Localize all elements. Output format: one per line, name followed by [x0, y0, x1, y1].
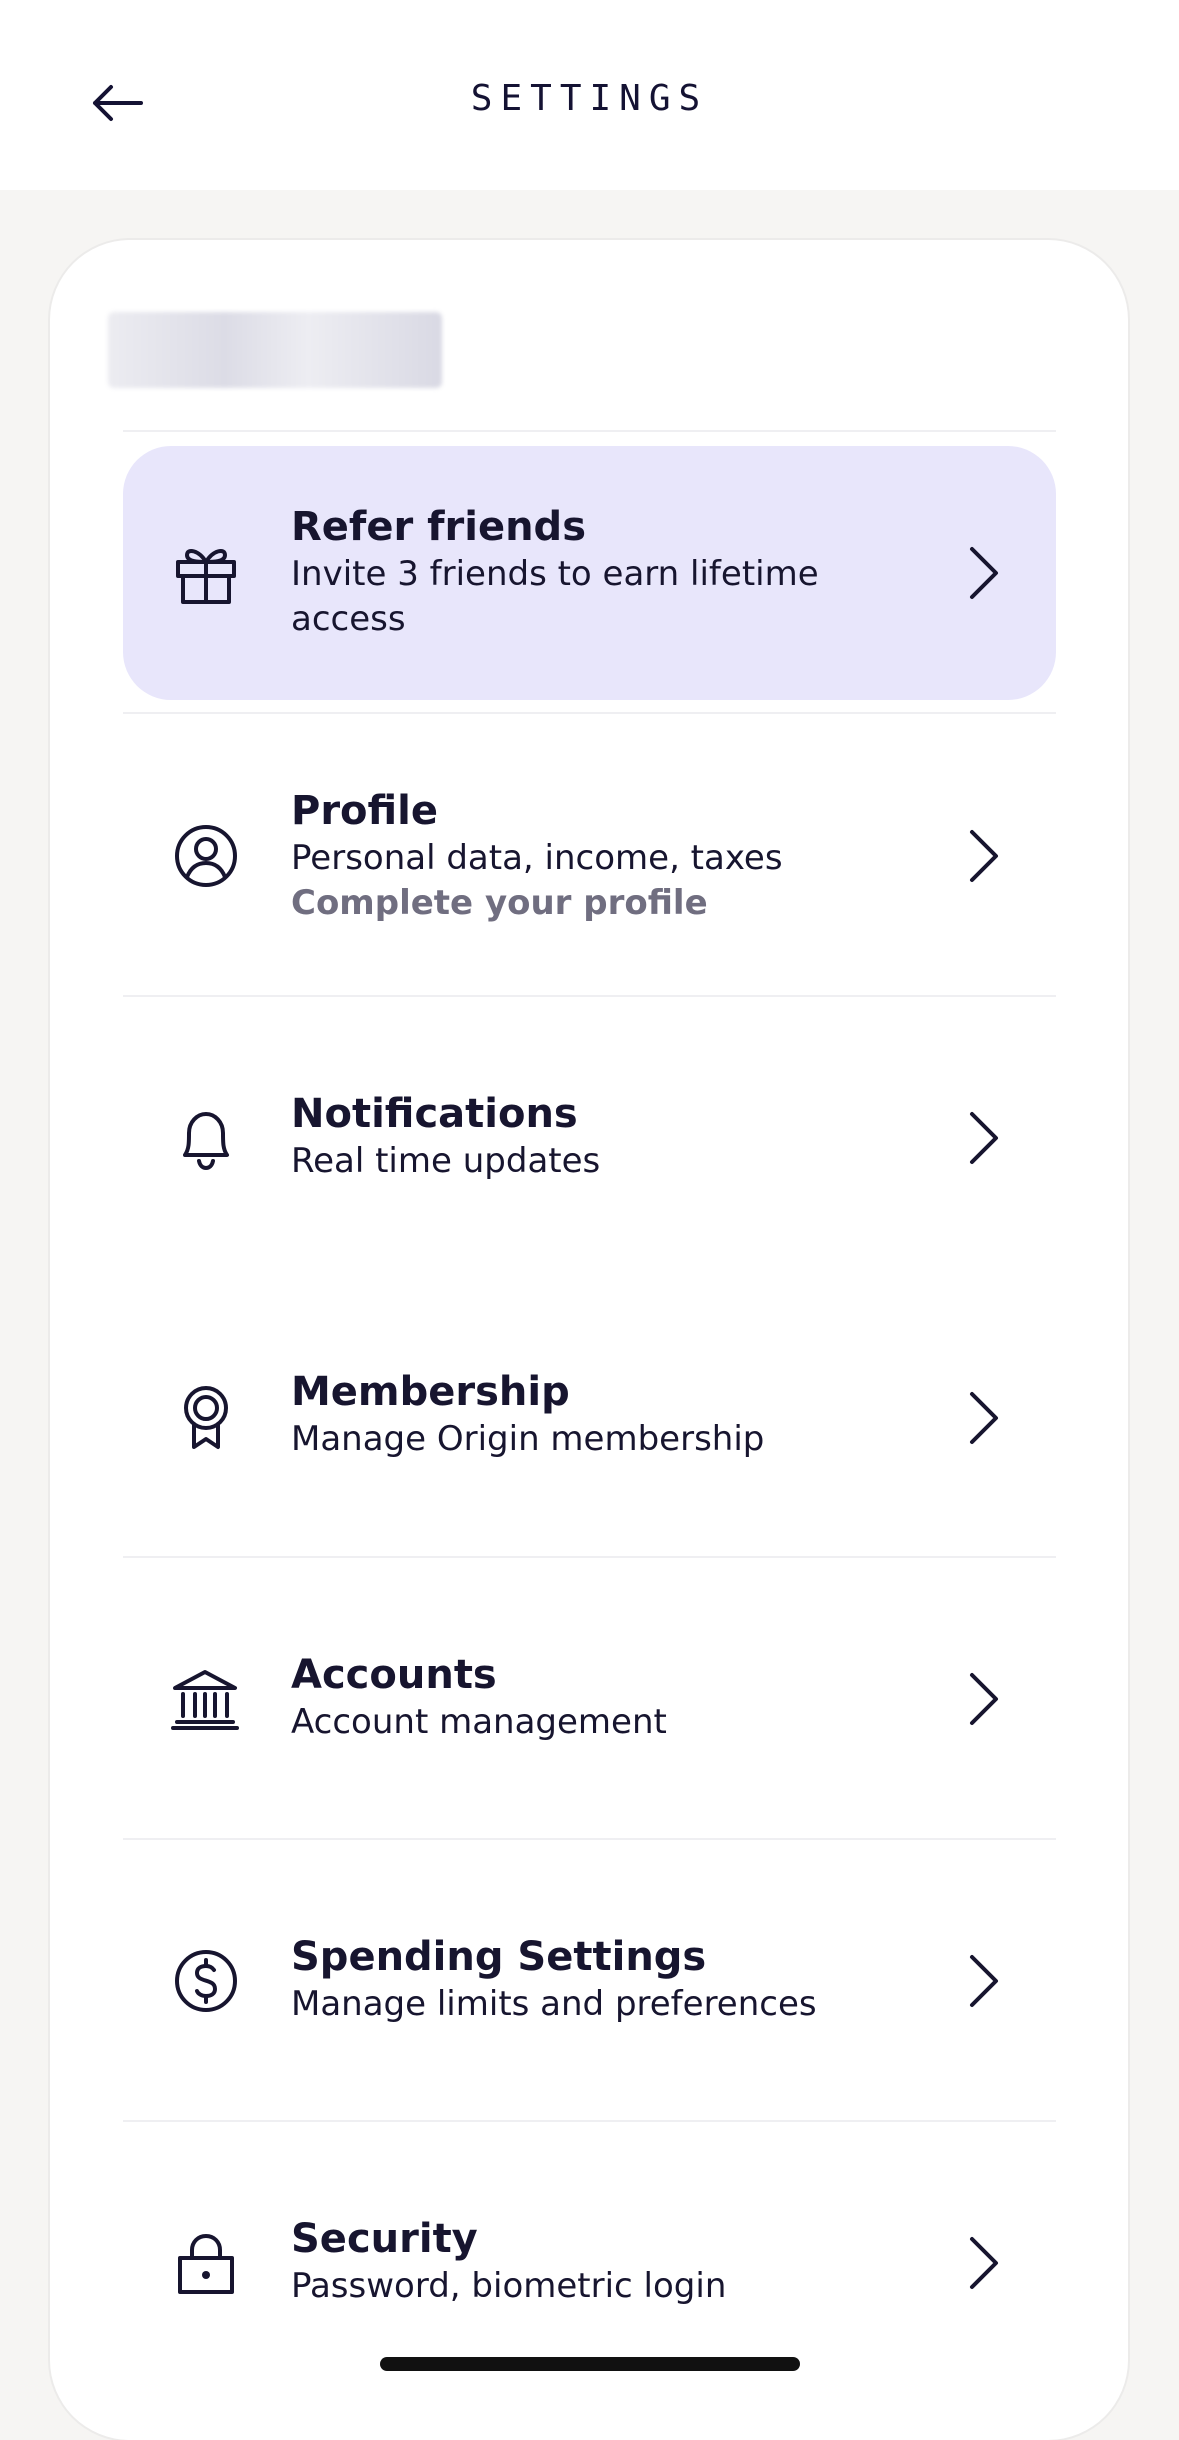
- item-title: Refer friends: [291, 504, 586, 550]
- item-subtitle: Manage Origin membership: [291, 1419, 765, 1459]
- user-circle-icon: [175, 825, 237, 887]
- item-subtitle: Personal data, income, taxes: [291, 838, 783, 878]
- chevron-right-icon: [970, 547, 998, 599]
- item-title: Security: [291, 2216, 478, 2262]
- settings-item-security[interactable]: Security Password, biometric login: [123, 2122, 1056, 2396]
- user-name-redacted: [108, 312, 442, 388]
- gift-icon: [176, 548, 236, 604]
- item-subtitle: Invite 3 friends to earn lifetime access: [291, 554, 819, 639]
- chevron-right-icon: [970, 1112, 998, 1164]
- settings-item-notifications[interactable]: Notifications Real time updates: [123, 997, 1056, 1282]
- chevron-right-icon: [970, 830, 998, 882]
- chevron-right-icon: [970, 1392, 998, 1444]
- chevron-right-icon: [970, 1955, 998, 2007]
- page-title: SETTINGS: [470, 78, 709, 119]
- bank-icon: [171, 1670, 239, 1730]
- settings-item-refer-friends[interactable]: Refer friends Invite 3 friends to earn l…: [123, 446, 1056, 700]
- item-title: Notifications: [291, 1091, 578, 1137]
- settings-item-spending-settings[interactable]: Spending Settings Manage limits and pref…: [123, 1840, 1056, 2120]
- award-ribbon-icon: [184, 1386, 228, 1449]
- lock-icon: [178, 2234, 234, 2294]
- chevron-right-icon: [970, 1673, 998, 1725]
- settings-item-membership[interactable]: Membership Manage Origin membership: [123, 1282, 1056, 1554]
- settings-item-accounts[interactable]: Accounts Account management: [123, 1558, 1056, 1838]
- item-title: Spending Settings: [291, 1934, 707, 1980]
- top-bar: SETTINGS: [0, 0, 1179, 190]
- dollar-circle-icon: [175, 1950, 237, 2012]
- bell-icon: [183, 1112, 229, 1170]
- divider: [123, 430, 1056, 432]
- item-title: Accounts: [291, 1652, 497, 1698]
- chevron-right-icon: [970, 2237, 998, 2289]
- item-subtitle: Real time updates: [291, 1141, 601, 1181]
- item-status: Complete your profile: [291, 883, 708, 923]
- settings-item-profile[interactable]: Profile Personal data, income, taxes Com…: [123, 714, 1056, 994]
- item-subtitle: Account management: [291, 1702, 667, 1742]
- item-title: Membership: [291, 1369, 570, 1415]
- item-title: Profile: [291, 788, 439, 834]
- item-subtitle: Manage limits and preferences: [291, 1984, 817, 2024]
- item-subtitle: Password, biometric login: [291, 2266, 727, 2306]
- home-indicator: [380, 2357, 800, 2371]
